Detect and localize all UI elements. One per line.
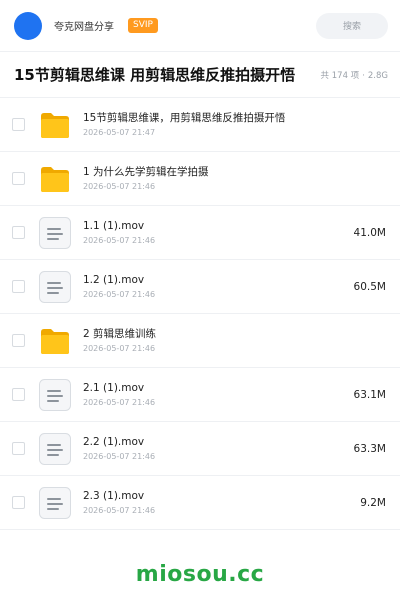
file-date: 2026-05-07 21:46 xyxy=(83,236,156,245)
file-list: 15节剪辑思维课，用剪辑思维反推拍摄开悟 2026-05-07 21:47 1 为什… xyxy=(0,98,400,530)
share-title: 15节剪辑思维课 用剪辑思维反推拍摄开悟 xyxy=(14,66,296,84)
file-size: 41.0M xyxy=(353,226,386,239)
file-info: 2 剪辑思维训练 2026-05-07 21:46 xyxy=(83,327,386,354)
file-info: 2.1 (1).mov 2026-05-07 21:46 xyxy=(83,381,346,408)
file-size: 60.5M xyxy=(353,280,386,293)
file-size: 63.3M xyxy=(353,442,386,455)
file-icon xyxy=(39,486,71,519)
file-info: 1.1 (1).mov 2026-05-07 21:46 xyxy=(83,219,346,246)
svip-badge: SVIP xyxy=(128,18,158,33)
file-name[interactable]: 2 剪辑思维训练 xyxy=(83,327,386,341)
file-row[interactable]: 2.1 (1).mov 2026-05-07 21:46 63.1M xyxy=(0,368,400,422)
file-date: 2026-05-07 21:46 xyxy=(83,398,156,407)
row-checkbox[interactable] xyxy=(12,388,25,401)
file-row[interactable]: 15节剪辑思维课，用剪辑思维反推拍摄开悟 2026-05-07 21:47 xyxy=(0,98,400,152)
avatar[interactable] xyxy=(14,11,42,40)
file-name[interactable]: 2.2 (1).mov xyxy=(83,435,346,449)
file-date: 2026-05-07 21:46 xyxy=(83,452,156,461)
file-row[interactable]: 1.2 (1).mov 2026-05-07 21:46 60.5M xyxy=(0,260,400,314)
row-checkbox[interactable] xyxy=(12,442,25,455)
file-icon xyxy=(39,432,71,465)
file-row[interactable]: 2.2 (1).mov 2026-05-07 21:46 63.3M xyxy=(0,422,400,476)
file-info: 15节剪辑思维课，用剪辑思维反推拍摄开悟 2026-05-07 21:47 xyxy=(83,111,386,138)
file-name[interactable]: 2.1 (1).mov xyxy=(83,381,346,395)
share-meta: 共 174 项 · 2.8G xyxy=(321,69,388,81)
file-info: 2.3 (1).mov 2026-05-07 21:46 xyxy=(83,489,352,516)
file-name[interactable]: 1.2 (1).mov xyxy=(83,273,346,287)
share-title-bar: 15节剪辑思维课 用剪辑思维反推拍摄开悟 共 174 项 · 2.8G xyxy=(0,52,400,98)
file-name[interactable]: 1 为什么先学剪辑在学拍摄 xyxy=(83,165,386,179)
folder-icon xyxy=(39,109,71,141)
item-count: 共 174 项 xyxy=(320,70,360,81)
meta-separator: · xyxy=(362,70,365,81)
file-info: 2.2 (1).mov 2026-05-07 21:46 xyxy=(83,435,346,462)
row-checkbox[interactable] xyxy=(12,172,25,185)
folder-icon xyxy=(39,163,71,195)
folder-icon xyxy=(39,325,71,357)
total-size: 2.8G xyxy=(367,70,388,81)
file-name[interactable]: 15节剪辑思维课，用剪辑思维反推拍摄开悟 xyxy=(83,111,386,125)
file-size: 63.1M xyxy=(353,388,386,401)
file-date: 2026-05-07 21:46 xyxy=(83,182,156,191)
row-checkbox[interactable] xyxy=(12,496,25,509)
file-date: 2026-05-07 21:46 xyxy=(83,290,156,299)
brand-name: 夸克网盘分享 xyxy=(54,22,114,33)
watermark: miosou.cc xyxy=(135,562,265,587)
row-checkbox[interactable] xyxy=(12,280,25,293)
file-row[interactable]: 1.1 (1).mov 2026-05-07 21:46 41.0M xyxy=(0,206,400,260)
file-icon xyxy=(39,378,71,411)
file-icon xyxy=(39,216,71,249)
file-name[interactable]: 2.3 (1).mov xyxy=(83,489,352,503)
file-size: 9.2M xyxy=(360,496,386,509)
search-placeholder: 搜索 xyxy=(342,22,361,32)
row-checkbox[interactable] xyxy=(12,226,25,239)
file-row[interactable]: 2.3 (1).mov 2026-05-07 21:46 9.2M xyxy=(0,476,400,530)
file-date: 2026-05-07 21:46 xyxy=(83,506,156,515)
file-icon xyxy=(39,270,71,303)
file-date: 2026-05-07 21:46 xyxy=(83,344,156,353)
search-box[interactable]: 搜索 xyxy=(316,12,388,39)
file-name[interactable]: 1.1 (1).mov xyxy=(83,219,346,233)
row-checkbox[interactable] xyxy=(12,118,25,131)
file-row[interactable]: 2 剪辑思维训练 2026-05-07 21:46 xyxy=(0,314,400,368)
file-date: 2026-05-07 21:47 xyxy=(83,128,156,137)
share-page: 夸克网盘分享 SVIP 搜索 15节剪辑思维课 用剪辑思维反推拍摄开悟 共 17… xyxy=(0,0,400,600)
file-info: 1 为什么先学剪辑在学拍摄 2026-05-07 21:46 xyxy=(83,165,386,192)
file-row[interactable]: 1 为什么先学剪辑在学拍摄 2026-05-07 21:46 xyxy=(0,152,400,206)
header-bar: 夸克网盘分享 SVIP 搜索 xyxy=(0,0,400,52)
file-info: 1.2 (1).mov 2026-05-07 21:46 xyxy=(83,273,346,300)
row-checkbox[interactable] xyxy=(12,334,25,347)
